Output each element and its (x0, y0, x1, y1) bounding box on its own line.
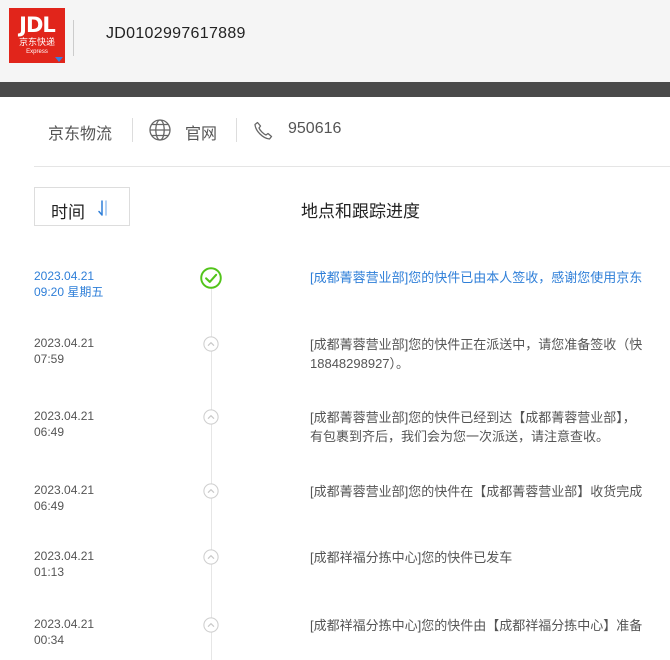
check-circle-icon (200, 267, 222, 289)
event-description: [成都菁蓉营业部]您的快件已由本人签收，感谢您使用京东 (310, 268, 670, 287)
event-time: 06:49 (34, 425, 65, 439)
chevron-up-circle-icon (203, 617, 219, 633)
top-bar: JDL 京东快递 Express JD0102997617889 (0, 0, 670, 82)
event-time: 06:49 (34, 499, 65, 513)
logo-cn: 京东快递 (18, 37, 55, 47)
event-description: [成都菁蓉营业部]您的快件已经到达【成都菁蓉营业部】， 有包裹到齐后，我们会为您一… (310, 408, 670, 446)
divider (236, 118, 237, 142)
event-date: 2023.04.21 (34, 483, 95, 497)
event-description: [成都菁蓉营业部]您的快件在【成都菁蓉营业部】收货完成 (310, 482, 670, 501)
official-site-link[interactable]: 官网 (185, 120, 217, 144)
event-date: 2023.04.21 (34, 617, 95, 631)
event-date: 2023.04.21 (34, 269, 95, 283)
jdl-logo[interactable]: JDL 京东快递 Express (9, 8, 65, 63)
tracking-number: JD0102997617889 (106, 25, 246, 42)
event-time: 07:59 (34, 352, 65, 366)
event-description-line: 有包裹到齐后，我们会为您一次派送，请注意查收。 (310, 429, 610, 444)
divider (73, 20, 74, 56)
chevron-down-icon[interactable] (55, 57, 63, 62)
chevron-up-circle-icon (203, 483, 219, 499)
event-time: 01:13 (34, 565, 65, 579)
sort-label: 时间 (51, 203, 85, 222)
chevron-up-circle-icon (203, 549, 219, 565)
phone-icon (254, 121, 273, 140)
customer-service-phone[interactable]: 950616 (288, 120, 341, 138)
event-description-line: [成都祥福分拣中心]您的快件由【成都祥福分拣中心】准备 (310, 618, 643, 633)
event-date: 2023.04.21 (34, 409, 95, 423)
event-description-line: [成都菁蓉营业部]您的快件在【成都菁蓉营业部】收货完成 (310, 484, 643, 499)
header-band (0, 82, 670, 97)
column-title: 地点和跟踪进度 (301, 202, 420, 221)
event-date: 2023.04.21 (34, 336, 95, 350)
event-description: [成都菁蓉营业部]您的快件正在派送中，请您准备签收（快 18848298927）。 (310, 335, 670, 373)
event-description-line: [成都菁蓉营业部]您的快件正在派送中，请您准备签收（快 (310, 337, 643, 352)
event-date: 2023.04.21 (34, 549, 95, 563)
logo-brand: JDL (19, 13, 56, 37)
event-description: [成都祥福分拣中心]您的快件已发车 (310, 548, 670, 567)
event-description: [成都祥福分拣中心]您的快件由【成都祥福分拣中心】准备 (310, 616, 670, 635)
carrier-info-bar: 京东物流 官网 950616 (34, 112, 670, 150)
chevron-up-circle-icon (203, 336, 219, 352)
event-description-line: 18848298927）。 (310, 356, 410, 371)
sort-by-time-button[interactable]: 时间 (34, 187, 130, 226)
event-time: 00:34 (34, 633, 65, 647)
sort-icon (98, 200, 107, 216)
carrier-name: 京东物流 (48, 126, 113, 143)
event-description-line: [成都菁蓉营业部]您的快件已由本人签收，感谢您使用京东 (310, 270, 643, 285)
globe-icon (149, 119, 171, 141)
event-description-line: [成都祥福分拣中心]您的快件已发车 (310, 550, 513, 565)
divider (132, 118, 133, 142)
event-description-line: [成都菁蓉营业部]您的快件已经到达【成都菁蓉营业部】， (310, 410, 636, 425)
chevron-up-circle-icon (203, 409, 219, 425)
divider (34, 166, 670, 167)
logo-en: Express (26, 49, 48, 55)
event-time: 09:20 星期五 (34, 285, 104, 299)
